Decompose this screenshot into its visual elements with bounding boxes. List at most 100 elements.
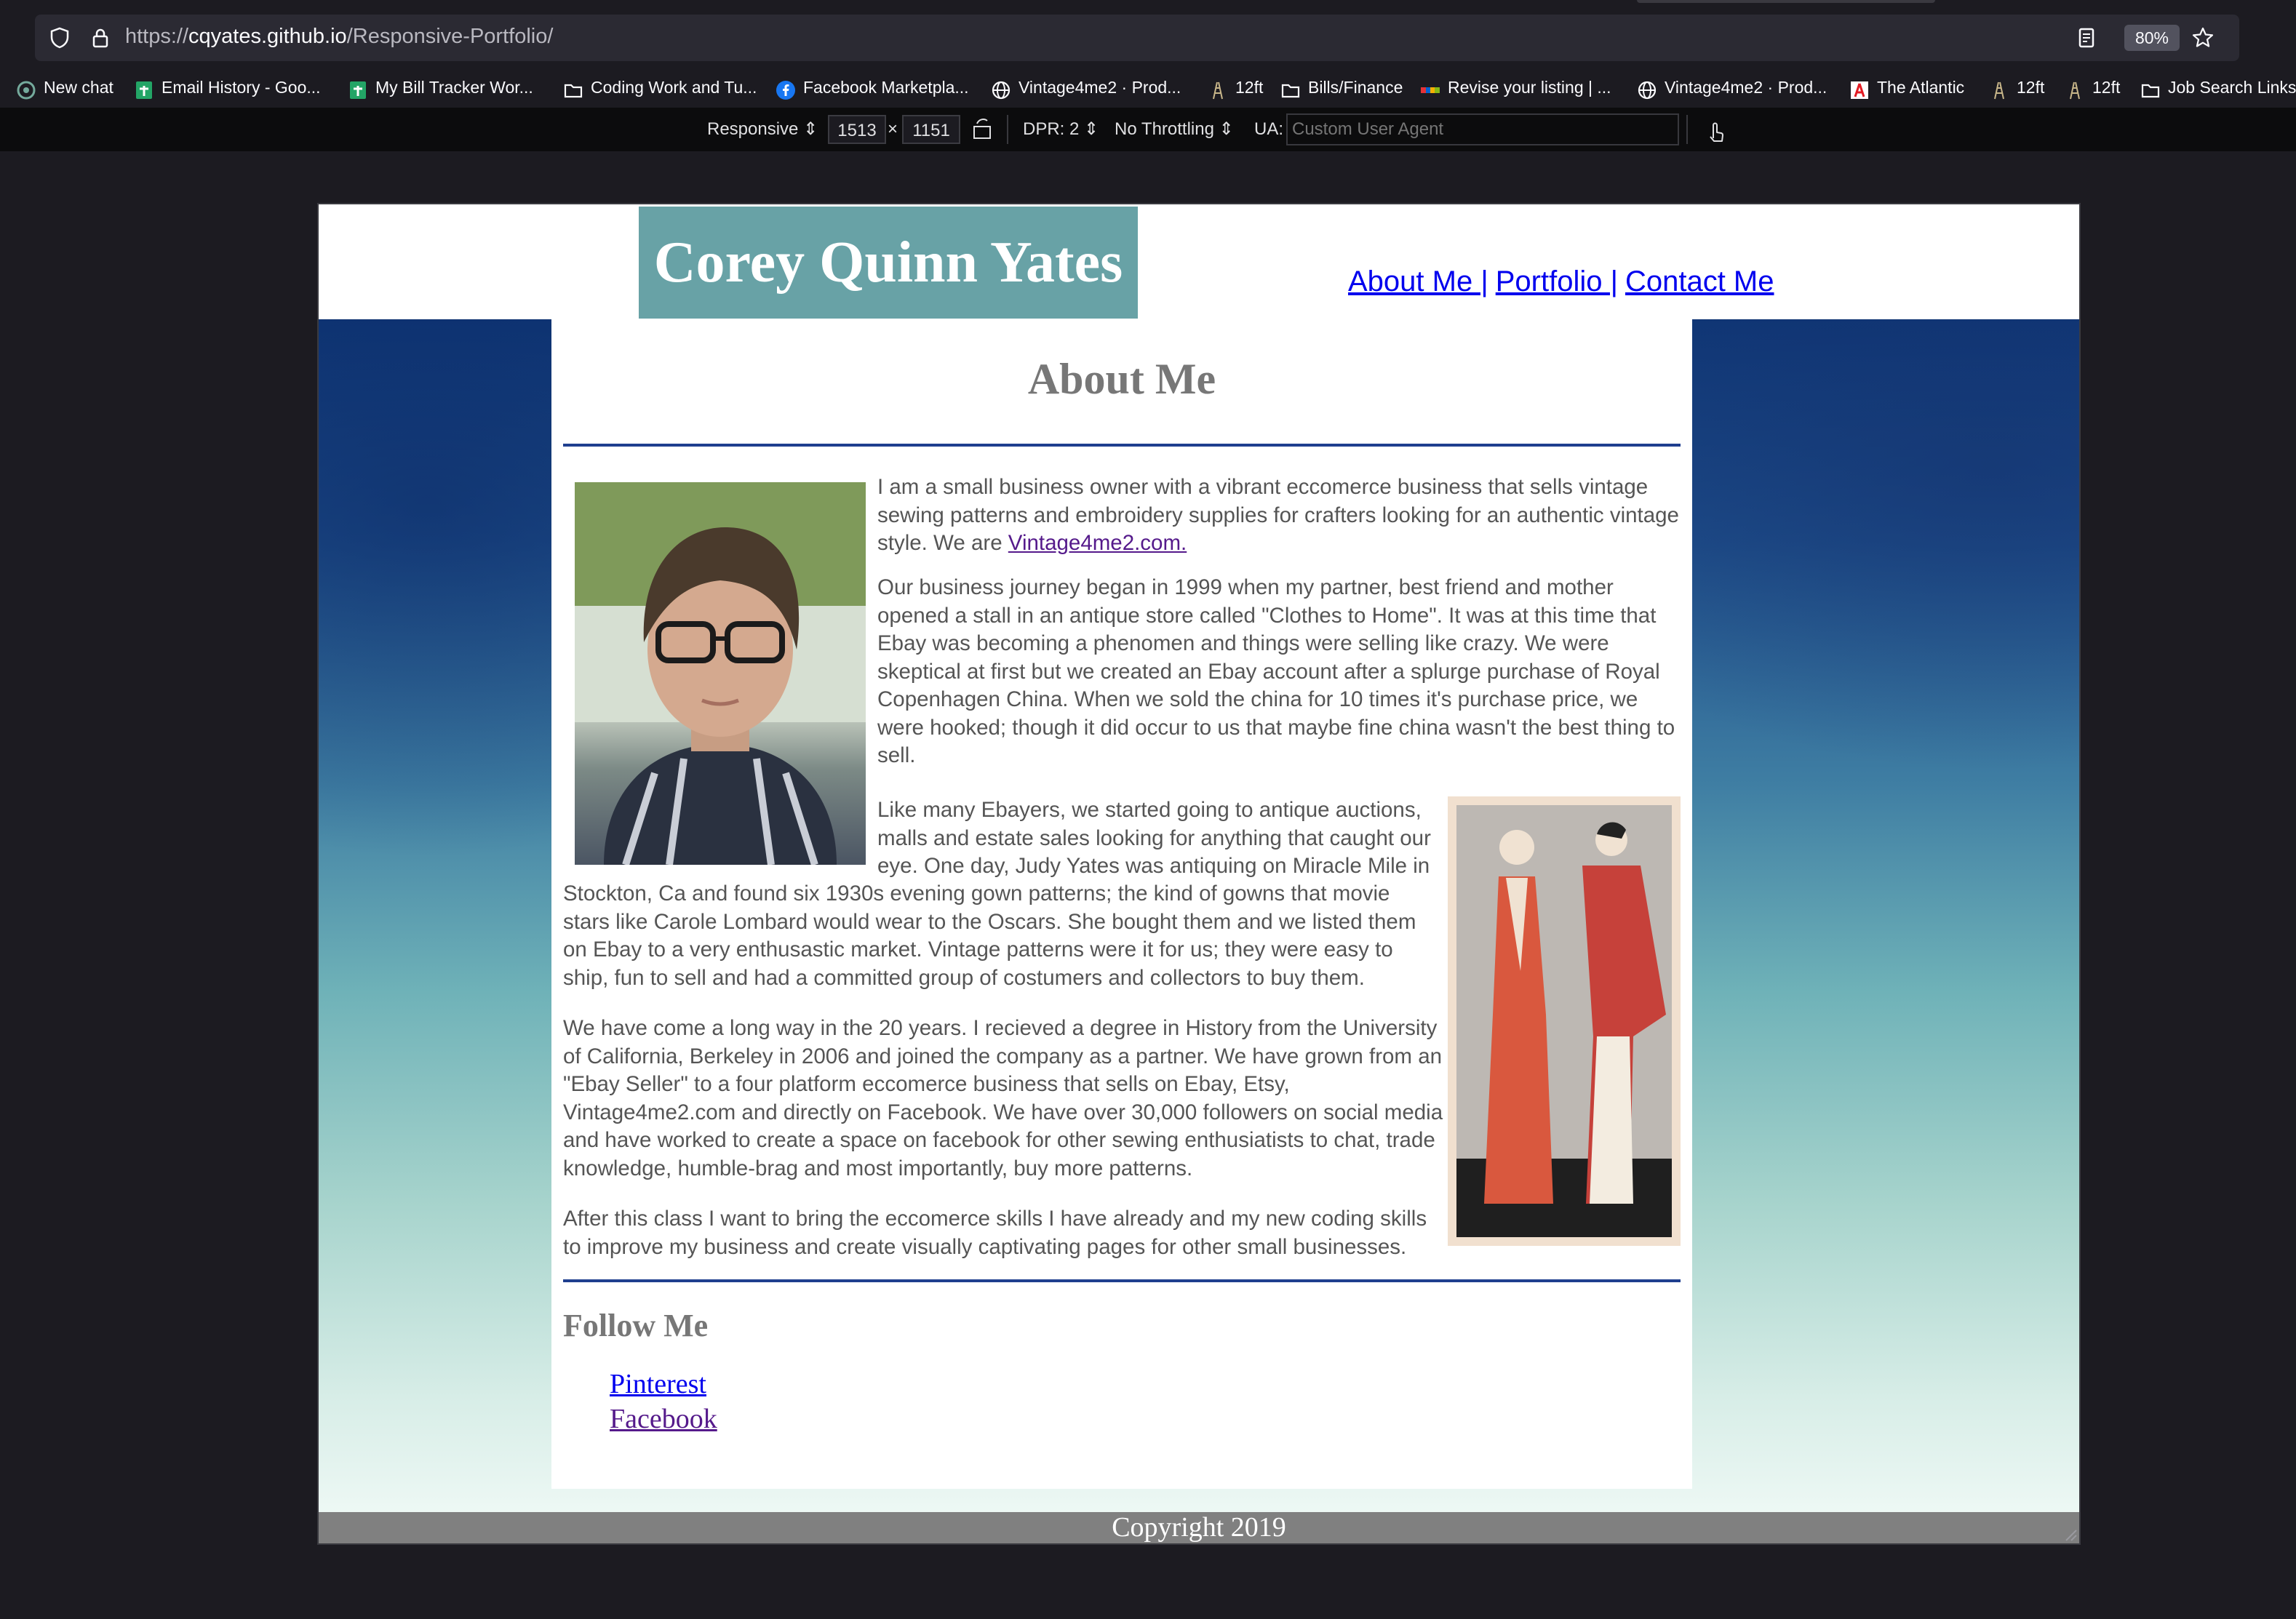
user-agent-input[interactable] [1286,113,1679,145]
bookmark-item[interactable]: Email History - Goo... [134,70,321,105]
sheets-icon [348,77,368,99]
bookmark-label: Email History - Goo... [162,78,321,97]
atlantic-icon [1849,77,1870,99]
updown-icon: ⇕ [1084,119,1099,139]
sheets-icon [134,77,154,99]
bookmark-item[interactable]: Coding Work and Tu... [563,70,757,105]
about-paragraph-1: I am a small business owner with a vibra… [877,473,1683,558]
device-selector[interactable]: Responsive ⇕ [707,108,818,151]
bookmark-item[interactable]: Vintage4me2 · Prod... [1637,70,1827,105]
bookmark-label: The Atlantic [1877,78,1965,97]
url-text[interactable]: https://cqyates.github.io/Responsive-Por… [125,25,553,49]
follow-me-heading: Follow Me [563,1308,709,1343]
zoom-level-button[interactable]: 80% [2124,25,2180,51]
bookmark-label: Job Search Links [2168,78,2296,97]
section-divider [563,1279,1681,1282]
lock-icon[interactable] [89,26,112,49]
dimension-times: × [888,119,898,139]
folder-icon [2140,77,2161,98]
chat-icon [16,77,36,100]
bookmark-item[interactable]: 12ft [2065,70,2120,105]
url-path: /Responsive-Portfolio/ [346,25,554,48]
bookmark-label: Bills/Finance [1308,78,1403,97]
vintage-fashion-illustration [1448,796,1681,1246]
bookmark-item[interactable]: 12ft [1989,70,2044,105]
bookmark-item[interactable]: Vintage4me2 · Prod... [991,70,1181,105]
shield-icon[interactable] [48,26,71,49]
profile-photo [575,482,866,865]
updown-icon: ⇕ [803,119,818,139]
about-paragraph-4: We have come a long way in the 20 years.… [563,1016,1443,1180]
bookmark-item[interactable]: Revise your listing | ... [1420,70,1611,105]
bookmark-label: Facebook Marketpla... [803,78,969,97]
about-paragraph-5: After this class I want to bring the ecc… [563,1207,1427,1259]
bookmark-item[interactable]: Bills/Finance [1280,70,1403,105]
device-label: Responsive [707,119,799,139]
about-paragraph-3a: Like many Ebayers, we started going to a… [877,798,1431,878]
bookmark-item[interactable]: 12ft [1208,70,1263,105]
window-top-strip [0,0,2296,12]
vintage4me2-link[interactable]: Vintage4me2.com. [1008,531,1187,555]
active-tab-edge[interactable] [1637,0,1935,3]
bookmark-star-icon[interactable] [2191,26,2215,49]
ladder-icon [2065,77,2085,100]
bookmark-item[interactable]: Job Search Links [2140,70,2296,105]
bookmark-item[interactable]: My Bill Tracker Wor... [348,70,533,105]
site-name: Corey Quinn Yates [639,207,1138,319]
bookmark-label: 12ft [1235,78,1264,97]
pinterest-link-item: Pinterest [610,1368,706,1400]
toolbar-separator [1686,115,1688,144]
paragraph-text: I am a small business owner with a vibra… [877,475,1679,555]
bookmark-label: Revise your listing | ... [1448,78,1611,97]
url-scheme: https:// [125,25,189,48]
site-header: Corey Quinn Yates About Me | Portfolio | C… [319,204,2079,319]
rotate-viewport-icon[interactable] [970,109,994,153]
main-nav: About Me | Portfolio | Contact Me [1348,265,1774,298]
pinterest-link[interactable]: Pinterest [610,1369,706,1399]
folder-icon [1280,77,1301,98]
ua-label: UA: [1254,119,1284,139]
nav-portfolio[interactable]: Portfolio | [1496,265,1618,297]
resize-handle-icon[interactable] [2062,1526,2078,1542]
bookmark-label: Vintage4me2 · Prod... [1665,78,1827,97]
facebook-link[interactable]: Facebook [610,1404,717,1434]
bookmark-label: My Bill Tracker Wor... [375,78,533,97]
updown-icon: ⇕ [1219,119,1234,139]
viewport-width-input[interactable]: 1513 [828,115,886,144]
toolbar-separator [1007,115,1008,144]
page-title: About Me [1027,355,1216,403]
bookmarks-toolbar: New chat Email History - Goo... My Bill … [0,70,2296,105]
bookmark-item[interactable]: New chat [16,70,113,105]
nav-contact-me[interactable]: Contact Me [1625,265,1774,297]
bookmark-item[interactable]: Facebook Marketpla... [776,70,969,105]
touch-simulation-icon[interactable] [1704,109,1727,153]
globe-icon [1637,77,1657,100]
about-paragraph-3b: Stockton, Ca and found six 1930s evening… [563,882,1416,990]
about-paragraph-2: Our business journey began in 1999 when … [877,575,1675,767]
bookmark-label: Coding Work and Tu... [591,78,757,97]
dpr-label: DPR: 2 [1023,119,1080,139]
url-host: cqyates.github.io [188,25,347,48]
dpr-selector[interactable]: DPR: 2 ⇕ [1023,108,1099,151]
bookmark-item[interactable]: The Atlantic [1849,70,1964,105]
site-footer: Copyright 2019 [319,1512,2079,1543]
throttling-label: No Throttling [1115,119,1214,139]
page-viewport[interactable]: Corey Quinn Yates About Me | Portfolio | C… [319,204,2079,1543]
ebay-icon [1420,77,1440,97]
globe-icon [991,77,1011,100]
throttling-selector[interactable]: No Throttling ⇕ [1115,108,1234,151]
folder-icon [563,77,583,98]
ladder-icon [1208,77,1228,100]
ladder-icon [1989,77,2009,100]
facebook-icon [776,77,796,100]
bookmark-label: Vintage4me2 · Prod... [1019,78,1181,97]
section-divider [563,444,1681,447]
facebook-link-item: Facebook [610,1403,717,1435]
bookmark-label: New chat [44,78,113,97]
nav-about-me[interactable]: About Me | [1348,265,1488,297]
responsive-design-toolbar: Responsive ⇕ 1513 × 1151 DPR: 2 ⇕ No Thr… [0,108,2296,151]
about-content: About Me I am a small business owner wit… [551,319,1692,1489]
url-bar[interactable]: https://cqyates.github.io/Responsive-Por… [35,15,2239,61]
viewport-height-input[interactable]: 1151 [902,115,960,144]
reader-view-icon[interactable] [2075,26,2098,49]
